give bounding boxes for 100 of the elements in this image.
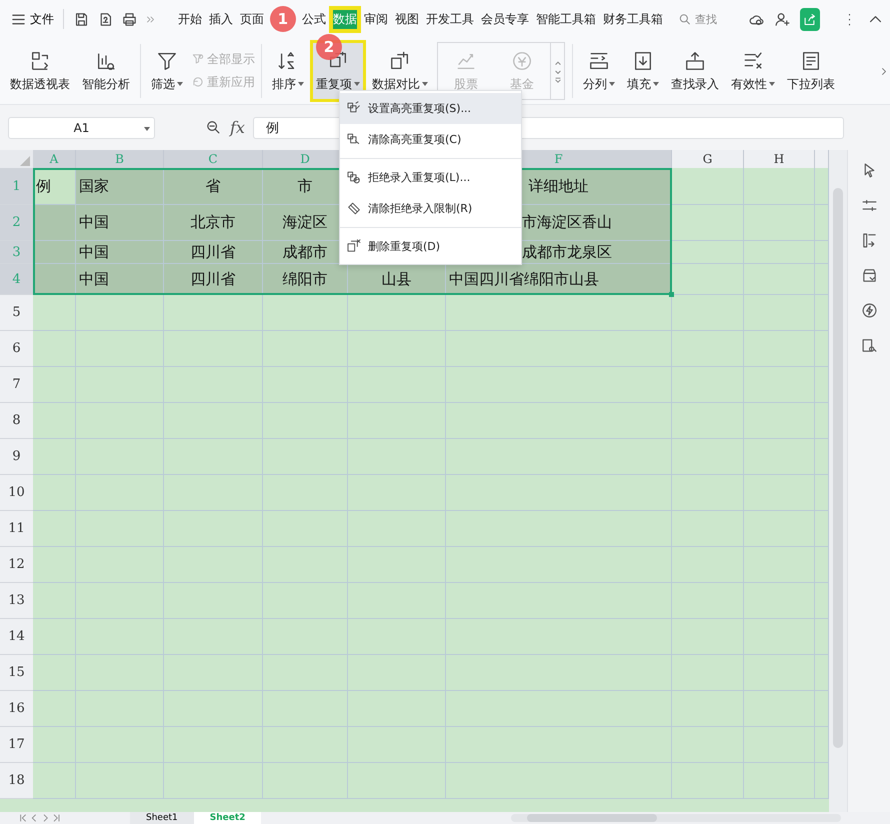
table-cell [744,264,815,295]
table-cell [815,475,829,511]
table-cell [33,511,76,547]
ribbon-tab[interactable]: 开发工具 [424,8,476,30]
name-box[interactable]: A1 [8,116,155,138]
row-header[interactable]: 6 [0,331,33,367]
table-cell [744,331,815,367]
table-cell [744,619,815,655]
ribbon-button[interactable]: 智能分析 [76,40,136,102]
table-cell [672,439,744,475]
ribbon-tab[interactable]: 审阅 [362,8,390,30]
ribbon-button[interactable]: 下拉列表 [781,40,841,102]
add-user-icon[interactable] [774,10,791,28]
duplicate-tool-icon [346,200,362,217]
table-cell [672,475,744,511]
row-header[interactable]: 9 [0,439,33,475]
table-cell [672,367,744,403]
table-cell [815,367,829,403]
table-cell [744,439,815,475]
table-cell [33,763,76,799]
ribbon-tool-icon [742,50,764,72]
table-cell [815,655,829,691]
print-icon[interactable] [120,10,138,28]
table-cell [672,763,744,799]
table-cell [33,331,76,367]
row-header[interactable]: 5 [0,295,33,331]
table-cell [33,439,76,475]
menu-item[interactable]: 设置高亮重复项(S)... [340,93,521,124]
table-cell [33,403,76,439]
ribbon-tool-icon [389,50,411,72]
search-field[interactable]: 查找 [694,12,739,26]
table-cell [815,241,829,264]
table-cell [672,727,744,763]
ribbon-button[interactable]: 有效性 [725,40,781,102]
table-cell [744,691,815,727]
sidebar-tool-icon[interactable] [860,302,878,319]
row-header[interactable]: 13 [0,583,33,619]
table-cell: 中国四川省绵阳市山县 [446,264,672,295]
zoom-icon[interactable] [205,119,222,136]
sheet-tab[interactable]: Sheet1 [130,812,194,824]
column-header[interactable]: G [672,150,744,168]
table-cell [672,168,744,205]
ribbon-button[interactable]: 填充 [621,40,665,102]
row-header[interactable]: 17 [0,727,33,763]
table-cell [672,619,744,655]
ribbon-tab[interactable]: 会员专享 [478,8,531,30]
ribbon-tab[interactable]: 公式 [300,8,328,30]
table-cell: 北京市 [164,205,263,241]
row-header[interactable]: 18 [0,763,33,799]
row-header[interactable]: 8 [0,403,33,439]
table-cell [815,205,829,241]
ribbon-tab[interactable]: 开始 [176,8,204,30]
table-cell [33,583,76,619]
row-header[interactable]: 15 [0,655,33,691]
row-header[interactable]: 10 [0,475,33,511]
duplicate-tool-icon [346,169,362,186]
table-cell [33,475,76,511]
ribbon-tab[interactable]: 视图 [392,8,421,30]
function-button[interactable]: fx [230,118,245,137]
sidebar-tool-icon[interactable] [860,197,878,214]
horizontal-scrollbar[interactable] [511,814,842,822]
row-header[interactable]: 7 [0,367,33,403]
table-cell [815,168,829,205]
ribbon-tool-icon [800,50,822,72]
ribbon-button[interactable]: 筛选 [145,40,189,102]
table-cell [672,264,744,295]
column-header[interactable]: H [744,150,815,168]
table-cell: 例 [33,168,76,205]
share-button[interactable] [800,8,820,30]
sidebar-tool-icon[interactable] [860,337,878,354]
table-cell: 中国 [76,205,164,241]
row-header[interactable]: 16 [0,691,33,727]
row-header[interactable]: 12 [0,547,33,583]
ribbon-button[interactable]: 分列 [577,40,621,102]
table-cell: 省 [164,168,263,205]
table-cell: 国家 [76,168,164,205]
row-header[interactable]: 14 [0,619,33,655]
table-cell [744,205,815,241]
ribbon-button[interactable]: 查找录入 [665,40,725,102]
ribbon-button[interactable]: 数据透视表 [4,40,76,102]
table-cell [33,619,76,655]
ribbon-tab[interactable]: 插入 [206,8,235,30]
table-cell [672,241,744,264]
ribbon-tab[interactable]: 财务工具箱 [600,8,665,30]
table-cell [815,403,829,439]
table-cell [33,367,76,403]
table-cell [744,403,815,439]
table-cell: 山县 [348,264,446,295]
table-cell [33,547,76,583]
row-header[interactable]: 11 [0,511,33,547]
file-menu-button[interactable]: 文件 [8,8,56,30]
table-cell [744,763,815,799]
ribbon-tab[interactable]: 智能工具箱 [534,8,598,30]
table-cell [672,511,744,547]
vertical-scrollbar[interactable] [829,150,847,812]
table-cell [744,168,815,205]
ribbon-button[interactable]: 排序 [266,40,310,102]
ribbon-tool-icon [632,50,654,72]
ribbon-tab[interactable]: 页面 [238,8,266,30]
ribbon-tool-icon [29,50,51,72]
